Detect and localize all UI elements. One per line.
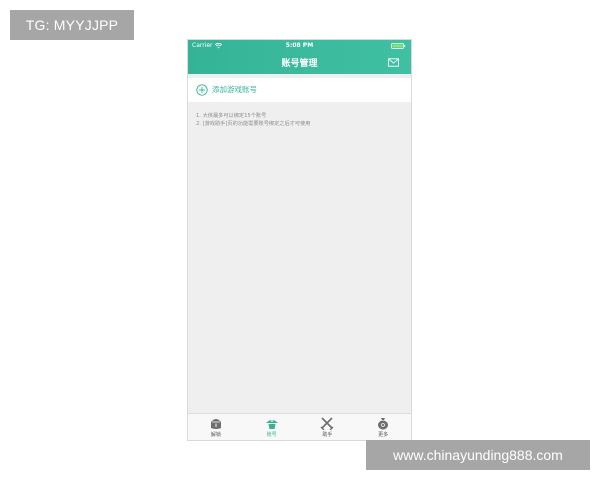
money-bag-icon bbox=[378, 418, 389, 430]
tab-account[interactable]: 账号 bbox=[244, 414, 300, 440]
add-account-button[interactable]: 添加游戏账号 bbox=[188, 78, 411, 102]
tab-label: 解锁 bbox=[210, 432, 221, 438]
notes-list: 1. 大侠最多可以绑定15个账号 2. [游戏助手]页的功能需要账号绑定之后才可… bbox=[196, 112, 406, 128]
status-time: 5:08 PM bbox=[285, 42, 314, 49]
note-item: 2. [游戏助手]页的功能需要账号绑定之后才可使用 bbox=[196, 121, 311, 127]
page-title: 账号管理 bbox=[281, 59, 318, 69]
tab-label: 账号 bbox=[266, 432, 277, 438]
tab-more[interactable]: 更多 bbox=[355, 414, 411, 440]
crossed-swords-icon bbox=[320, 417, 334, 430]
note-item: 1. 大侠最多可以绑定15个账号 bbox=[196, 113, 267, 119]
tab-label: 助手 bbox=[322, 432, 333, 438]
unlock-icon bbox=[210, 419, 221, 429]
tab-unlock[interactable]: 解锁 bbox=[188, 414, 244, 440]
watermark-bottom-right: www.chinayunding888.com bbox=[366, 440, 590, 470]
battery-icon bbox=[391, 43, 406, 49]
mail-icon[interactable] bbox=[388, 58, 399, 67]
add-account-label: 添加游戏账号 bbox=[212, 85, 257, 94]
tab-bar: 解锁 账号 助手 更多 bbox=[188, 413, 411, 440]
status-bar: Carrier 5:08 PM bbox=[188, 40, 411, 52]
nav-title-row: 账号管理 bbox=[188, 54, 411, 74]
phone-screen: Carrier 5:08 PM 账号管理 添加游戏账号 1. 大侠最多可以绑定1… bbox=[188, 40, 411, 440]
watermark-top-left: TG: MYYJJPP bbox=[10, 10, 134, 40]
account-hat-icon bbox=[265, 420, 278, 429]
plus-circle-icon bbox=[196, 84, 208, 96]
tab-assistant[interactable]: 助手 bbox=[300, 414, 356, 440]
tab-label: 更多 bbox=[378, 432, 389, 438]
nav-header: Carrier 5:08 PM 账号管理 bbox=[188, 40, 411, 74]
